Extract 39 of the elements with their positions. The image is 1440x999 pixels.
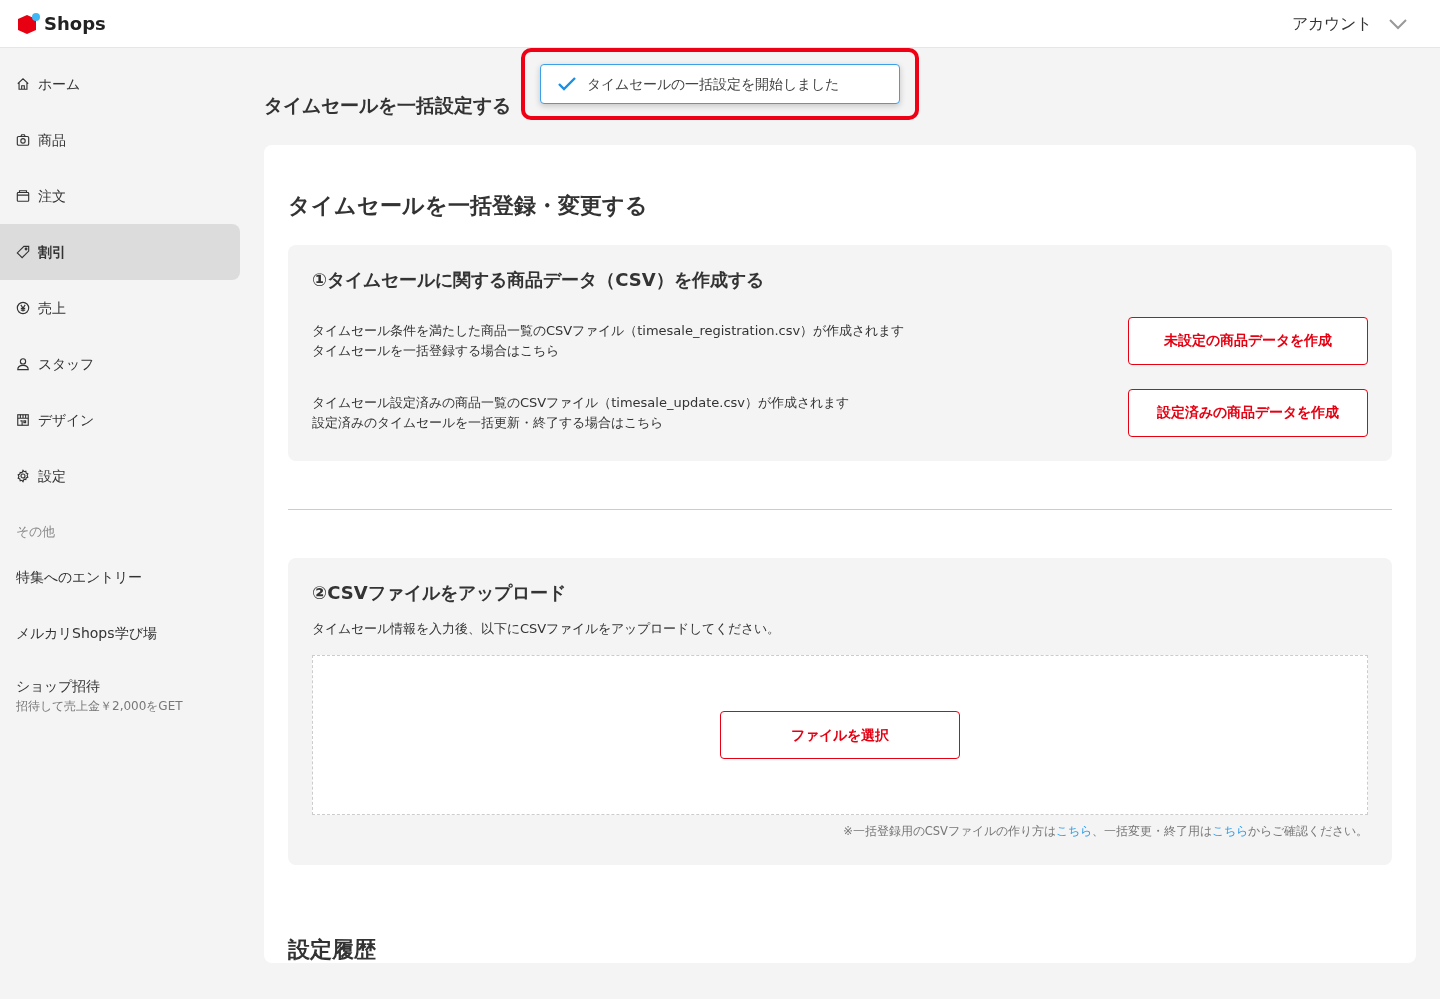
tag-icon (16, 245, 30, 259)
description-text: タイムセール情報を入力後、以下にCSVファイルをアップロードしてください。 (312, 620, 782, 639)
storefront-icon (16, 413, 30, 427)
sidebar-item[interactable]: 売上 (0, 280, 240, 336)
description-text: タイムセール条件を満たした商品一覧のCSVファイル（timesale_registration.csv）が作成されます タイムセールを一括登録する場合はこちら (312, 321, 905, 360)
sidebar-link[interactable]: 特集へのエントリー (0, 549, 240, 606)
sidebar-link[interactable]: メルカリShops学び場 (0, 605, 240, 662)
page-title: タイムセールを一括設定する (264, 94, 512, 117)
account-menu[interactable]: アカウント (1292, 11, 1408, 36)
sidebar-item[interactable]: 注文 (0, 168, 240, 224)
section-label: その他 (15, 523, 56, 541)
logo-icon (16, 11, 40, 36)
section-title: タイムセールを一括登録・変更する (288, 192, 649, 220)
history-title: 設定履歴 (288, 935, 377, 963)
choose-file-button[interactable]: ファイルを選択 (720, 711, 960, 760)
create-data-button[interactable]: 未設定の商品データを作成 (1128, 316, 1368, 365)
step-title: ①タイムセールに関する商品データ（CSV）を作成する (312, 269, 765, 291)
gear-icon (16, 469, 30, 483)
sidebar-item[interactable]: スタッフ (0, 336, 240, 392)
footnote-text: ※一括登録用のCSVファイルの作り方はこちら、一括変更・終了用はこちらからご確認ください。 (842, 823, 1368, 841)
sidebar-item[interactable]: 商品 (0, 112, 240, 168)
check-icon (557, 76, 577, 92)
toast-message: タイムセールの一括設定を開始しました (587, 74, 839, 94)
sidebar-item[interactable]: ホーム (0, 56, 240, 112)
drop-zone[interactable]: ファイルを選択 (312, 655, 1368, 816)
sidebar-item[interactable]: 設定 (0, 448, 240, 504)
sidebar-item[interactable]: 割引 (0, 224, 240, 280)
promo-caption: 招待して売上金￥2,000をGET (15, 697, 184, 715)
person-icon (16, 357, 30, 371)
step-title: ②CSVファイルをアップロード (312, 581, 567, 604)
logo-text: Shops (44, 12, 106, 36)
sidebar-link[interactable]: ショップ招待 (0, 675, 240, 697)
create-data-button[interactable]: 設定済みの商品データを作成 (1128, 388, 1368, 437)
box-icon (16, 189, 30, 203)
camera-icon (16, 133, 30, 147)
sidebar-item[interactable]: デザイン (0, 392, 240, 448)
description-text: タイムセール設定済みの商品一覧のCSVファイル（timesale_update.csv）が作成されます 設定済みのタイムセールを一括更新・終了する場合はこちら (312, 393, 849, 432)
yen-icon (16, 301, 30, 315)
home-icon (16, 77, 30, 91)
